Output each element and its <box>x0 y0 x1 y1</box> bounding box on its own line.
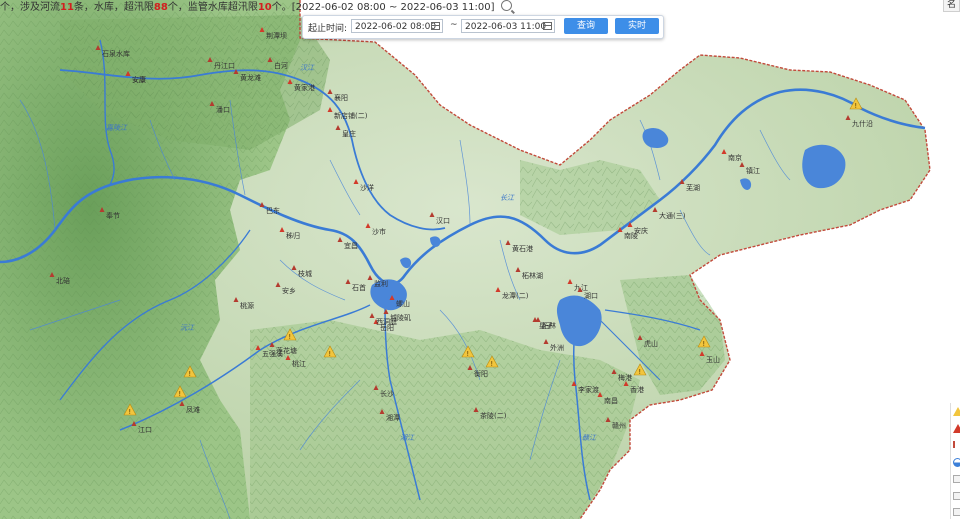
city-label: 梅港 <box>618 373 632 382</box>
city-label: 李家渡 <box>578 385 599 394</box>
layer-square-icon[interactable] <box>953 475 960 483</box>
city-label: 九什沿 <box>852 119 873 128</box>
search-button[interactable]: 查询 <box>564 18 608 34</box>
river-label: 汉江 <box>300 64 315 72</box>
city-label: 衡阳 <box>474 369 488 378</box>
warning-mark: ! <box>490 360 493 368</box>
city-label: 枝城 <box>298 269 312 278</box>
city-label: 大通(三) <box>659 211 686 220</box>
warning-mark: ! <box>188 370 191 378</box>
reservoir-circle-icon[interactable] <box>953 458 960 467</box>
start-time-value: 2022-06-02 08:00 <box>355 22 437 32</box>
layer-square-icon[interactable] <box>953 492 960 500</box>
city-label: 五强溪 <box>262 349 283 358</box>
city-label: 虎山 <box>644 339 658 348</box>
end-time-input[interactable]: 2022-06-03 11:00 <box>461 19 555 33</box>
city-label: 龙潭(二) <box>502 291 529 300</box>
city-label: 赣州 <box>612 421 626 430</box>
city-label: 秭归 <box>286 231 300 240</box>
city-label: 凤滩 <box>186 405 200 414</box>
time-query-panel: 起止时间: 2022-06-02 08:00 ~ 2022-06-03 11:0… <box>302 15 664 39</box>
river-label: 赣江 <box>582 434 597 442</box>
river-label: 湘江 <box>400 434 415 442</box>
city-label: 螺山 <box>396 299 410 308</box>
city-label: 安庆 <box>634 226 648 235</box>
city-label: 沙市 <box>372 227 386 236</box>
warning-mark: ! <box>288 333 291 341</box>
city-label: 安乡 <box>282 286 296 295</box>
city-label: 长沙 <box>380 389 394 398</box>
city-label: 北碚 <box>56 276 70 285</box>
city-label: 白河 <box>274 61 288 70</box>
basin-map[interactable]: 汉江长江湘江沅江赣江嘉陵江 荆潭坝安康石泉水库安康 黄龙滩丹江口黄家港襄阳潘口新店… <box>0 0 960 519</box>
warning-mark: ! <box>466 350 469 358</box>
city-label: 桃江 <box>292 359 306 368</box>
city-label: 湖口 <box>584 291 598 300</box>
city-label: 香港 <box>630 385 644 394</box>
city-label: 芜湖 <box>686 183 700 192</box>
city-label: 奉节 <box>106 211 120 220</box>
banner-text: 个，涉及河流 <box>0 2 60 13</box>
boundary-line-icon[interactable] <box>953 441 960 448</box>
corner-button[interactable]: 名 <box>942 0 960 12</box>
city-label: 柘林湖 <box>522 271 543 280</box>
warning-triangle-yellow-icon[interactable] <box>953 407 960 416</box>
calendar-icon[interactable] <box>431 22 440 30</box>
city-label: 柘林 <box>542 321 556 330</box>
banner-text: 条，水库，超汛限 <box>73 2 154 13</box>
city-label: 西洞庭 <box>376 317 397 326</box>
warning-mark: ! <box>128 408 131 416</box>
city-label: 荆潭坝 <box>266 31 287 40</box>
legend-panel <box>950 403 960 519</box>
city-label: 襄阳 <box>334 93 348 102</box>
city-label: 丹江口 <box>214 62 235 70</box>
city-label: 汉口 <box>436 217 450 225</box>
city-label: 桃源 <box>240 301 254 310</box>
layer-square-icon[interactable] <box>953 508 960 516</box>
city-label: 黄石港 <box>512 244 533 253</box>
city-label: 新店铺(二) <box>334 111 368 120</box>
city-label: 南昌 <box>604 396 618 405</box>
city-label: 巴东 <box>266 206 280 215</box>
city-label: 黄龙滩 <box>240 73 261 82</box>
warning-mark: ! <box>328 350 331 358</box>
city-label: 安康 <box>132 75 146 84</box>
supervised-count: 10 <box>257 2 272 13</box>
range-separator: ~ <box>450 20 458 30</box>
city-label: 宜昌 <box>344 241 358 250</box>
banner-range: 个。[2022-06-02 08:00 ~ 2022-06-03 11:00] <box>271 2 495 13</box>
city-label: 监利 <box>374 279 388 288</box>
alert-triangle-red-icon[interactable] <box>953 424 960 433</box>
city-label: 镇江 <box>746 166 760 175</box>
rivers-count: 11 <box>60 2 74 13</box>
city-label: 湘潭 <box>386 413 400 422</box>
search-icon[interactable] <box>500 0 512 11</box>
warning-mark: ! <box>178 390 181 398</box>
city-label: 皇庄 <box>342 129 356 138</box>
river-label: 沅江 <box>180 324 195 332</box>
river-label: 嘉陵江 <box>106 124 128 132</box>
city-label: 黄家港 <box>294 83 315 92</box>
city-label: 石首 <box>352 283 366 292</box>
city-label: 石泉水库 <box>102 49 130 58</box>
realtime-button[interactable]: 实时 <box>615 18 659 34</box>
warning-mark: ! <box>638 368 641 376</box>
city-label: 江口 <box>138 426 152 434</box>
warning-mark: ! <box>702 340 705 348</box>
city-label: 外洲 <box>550 343 564 352</box>
city-label: 玉山 <box>706 355 720 364</box>
city-label: 潘口 <box>216 105 230 114</box>
summary-banner: 个，涉及河流11条，水库，超汛限88个，监管水库超汛限10个。[2022-06-… <box>0 0 516 13</box>
start-time-input[interactable]: 2022-06-02 08:00 <box>351 19 443 33</box>
end-time-value: 2022-06-03 11:00 <box>465 22 547 32</box>
river-label: 长江 <box>500 194 515 202</box>
city-label: 沙洋 <box>360 183 374 192</box>
city-label: 茶陵(二) <box>480 411 507 420</box>
calendar-icon[interactable] <box>543 22 552 30</box>
over-limit-count: 88 <box>153 2 168 13</box>
city-label: 南京 <box>728 153 742 162</box>
banner-text: 个，监管水库超汛限 <box>167 2 258 13</box>
warning-mark: ! <box>854 102 857 110</box>
time-range-label: 起止时间: <box>308 24 348 34</box>
